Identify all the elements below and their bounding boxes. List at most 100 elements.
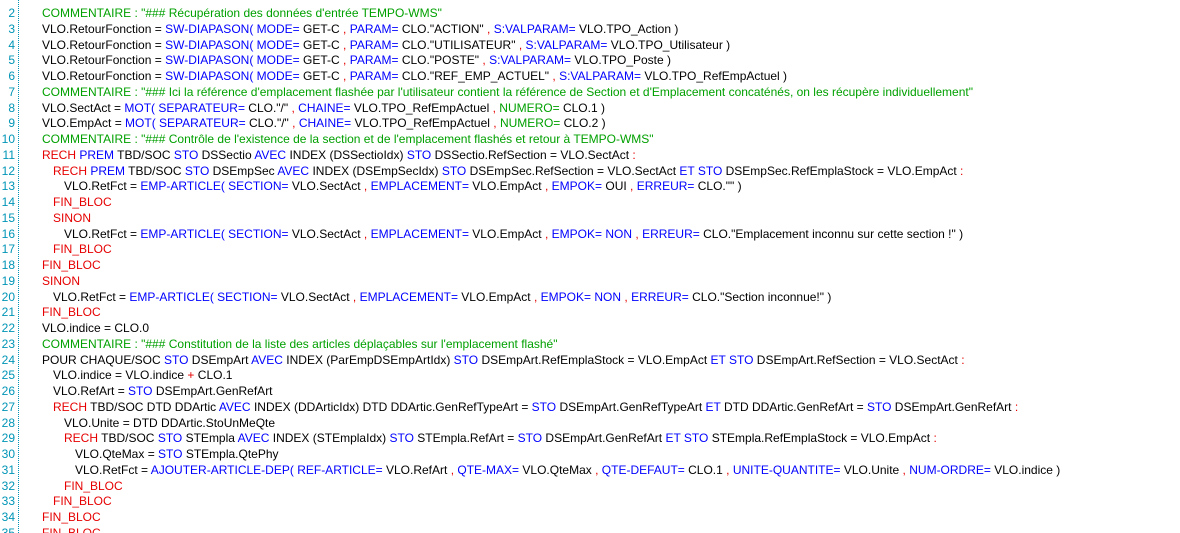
code-token-text: VLO.TPO_RefEmpActuel ): [641, 69, 787, 83]
code-token-text: VLO.indice ): [991, 463, 1060, 477]
code-token-text: VLO.SectAct: [289, 179, 364, 193]
line-number[interactable]: 25: [0, 368, 18, 384]
code-line[interactable]: VLO.RetourFonction = SW-DIAPASON( MODE= …: [19, 22, 1180, 38]
code-token-red: RECH: [53, 164, 87, 178]
line-number[interactable]: 9: [0, 116, 18, 132]
code-line[interactable]: FIN_BLOC: [19, 526, 1180, 533]
code-line[interactable]: RECH PREM TBD/SOC STO DSEmpSec AVEC INDE…: [19, 164, 1180, 180]
code-line[interactable]: SINON: [19, 211, 1180, 227]
code-line[interactable]: FIN_BLOC: [19, 305, 1180, 321]
line-number[interactable]: 7: [0, 85, 18, 101]
line-number[interactable]: 33: [0, 494, 18, 510]
code-line[interactable]: POUR CHAQUE/SOC STO DSEmpArt AVEC INDEX …: [19, 353, 1180, 369]
code-line[interactable]: RECH PREM TBD/SOC STO DSSectio AVEC INDE…: [19, 148, 1180, 164]
code-area[interactable]: COMMENTAIRE : "### Récupération des donn…: [19, 0, 1180, 533]
line-number[interactable]: 27: [0, 400, 18, 416]
code-token-keyword: PARAM=: [350, 22, 399, 36]
code-token-text: DSEmpArt.GenRefTypeArt: [556, 400, 705, 414]
line-number[interactable]: 18: [0, 258, 18, 274]
code-token-text: GET-C: [300, 38, 343, 52]
code-token-text: VLO.RefArt =: [53, 384, 128, 398]
line-number[interactable]: 10: [0, 132, 18, 148]
line-number[interactable]: 20: [0, 290, 18, 306]
line-number[interactable]: 2: [0, 6, 18, 22]
code-token-text: DSEmpSec: [209, 164, 277, 178]
line-number[interactable]: 13: [0, 179, 18, 195]
code-line[interactable]: COMMENTAIRE : "### Ici la référence d'em…: [19, 85, 1180, 101]
code-token-red: FIN_BLOC: [42, 305, 101, 319]
line-number[interactable]: 35: [0, 526, 18, 533]
code-line[interactable]: VLO.RetourFonction = SW-DIAPASON( MODE= …: [19, 69, 1180, 85]
code-line[interactable]: COMMENTAIRE : "### Contrôle de l'existen…: [19, 132, 1180, 148]
line-number[interactable]: 28: [0, 416, 18, 432]
code-token-green: COMMENTAIRE : "### Ici la référence d'em…: [42, 85, 973, 99]
code-token-keyword: PARAM=: [350, 38, 399, 52]
code-token-keyword: STO: [407, 148, 431, 162]
code-line[interactable]: VLO.indice = VLO.indice + CLO.1: [19, 368, 1180, 384]
code-token-text: VLO.RetourFonction =: [42, 22, 165, 36]
code-line[interactable]: FIN_BLOC: [19, 494, 1180, 510]
code-line[interactable]: COMMENTAIRE : "### Constitution de la li…: [19, 337, 1180, 353]
code-line[interactable]: VLO.RetFct = EMP-ARTICLE( SECTION= VLO.S…: [19, 290, 1180, 306]
code-token-green: NUMERO=: [500, 116, 560, 130]
line-number[interactable]: 24: [0, 353, 18, 369]
line-number[interactable]: 15: [0, 211, 18, 227]
line-number[interactable]: 3: [0, 22, 18, 38]
code-line[interactable]: VLO.RefArt = STO DSEmpArt.GenRefArt: [19, 384, 1180, 400]
code-line[interactable]: VLO.RetourFonction = SW-DIAPASON( MODE= …: [19, 53, 1180, 69]
line-number[interactable]: 19: [0, 274, 18, 290]
code-line[interactable]: COMMENTAIRE : "### Récupération des donn…: [19, 6, 1180, 22]
code-token-text: VLO.TPO_RefEmpActuel: [351, 116, 493, 130]
code-line[interactable]: FIN_BLOC: [19, 258, 1180, 274]
code-token-keyword: STO: [158, 431, 182, 445]
line-number[interactable]: 17: [0, 242, 18, 258]
code-token-text: VLO.TPO_Action ): [576, 22, 679, 36]
line-number[interactable]: 26: [0, 384, 18, 400]
line-number[interactable]: 4: [0, 38, 18, 54]
line-number[interactable]: 29: [0, 431, 18, 447]
code-token-text: VLO.QteMax: [519, 463, 595, 477]
line-number[interactable]: 31: [0, 463, 18, 479]
line-number[interactable]: 30: [0, 447, 18, 463]
line-number[interactable]: 14: [0, 195, 18, 211]
code-line[interactable]: VLO.SectAct = MOT( SEPARATEUR= CLO."/" ,…: [19, 101, 1180, 117]
line-number[interactable]: 5: [0, 53, 18, 69]
code-token-red: RECH: [64, 431, 98, 445]
line-number[interactable]: 21: [0, 305, 18, 321]
line-number[interactable]: 32: [0, 479, 18, 495]
code-token-text: GET-C: [300, 53, 343, 67]
gutter: 2345678910111213141516171819202122232425…: [0, 0, 19, 533]
line-number[interactable]: 11: [0, 148, 18, 164]
code-token-keyword: NUM-ORDRE=: [909, 463, 991, 477]
code-line[interactable]: FIN_BLOC: [19, 242, 1180, 258]
code-token-keyword: STO: [389, 431, 413, 445]
code-token-red: :: [632, 148, 635, 162]
line-number[interactable]: 8: [0, 101, 18, 117]
line-number[interactable]: 12: [0, 164, 18, 180]
code-line[interactable]: VLO.RetFct = AJOUTER-ARTICLE-DEP( REF-AR…: [19, 463, 1180, 479]
code-token-red: SINON: [42, 274, 80, 288]
line-number[interactable]: 6: [0, 69, 18, 85]
line-number[interactable]: 34: [0, 510, 18, 526]
line-number[interactable]: 23: [0, 337, 18, 353]
code-line[interactable]: VLO.RetFct = EMP-ARTICLE( SECTION= VLO.S…: [19, 179, 1180, 195]
code-line[interactable]: FIN_BLOC: [19, 195, 1180, 211]
code-token-keyword: SECTION=: [228, 227, 288, 241]
code-line[interactable]: VLO.RetourFonction = SW-DIAPASON( MODE= …: [19, 38, 1180, 54]
code-line[interactable]: FIN_BLOC: [19, 479, 1180, 495]
code-token-text: VLO.indice = VLO.indice: [53, 368, 187, 382]
code-line[interactable]: VLO.indice = CLO.0: [19, 321, 1180, 337]
code-line[interactable]: SINON: [19, 274, 1180, 290]
line-number[interactable]: 16: [0, 227, 18, 243]
code-line[interactable]: FIN_BLOC: [19, 510, 1180, 526]
code-token-text: VLO.RetourFonction =: [42, 69, 165, 83]
code-line[interactable]: RECH TBD/SOC DTD DDArtic AVEC INDEX (DDA…: [19, 400, 1180, 416]
code-line[interactable]: VLO.QteMax = STO STEmpla.QtePhy: [19, 447, 1180, 463]
line-number[interactable]: 22: [0, 321, 18, 337]
code-line[interactable]: RECH TBD/SOC STO STEmpla AVEC INDEX (STE…: [19, 431, 1180, 447]
code-token-text: DSEmpSec.RefEmplaStock = VLO.EmpAct: [722, 164, 960, 178]
code-line[interactable]: VLO.EmpAct = MOT( SEPARATEUR= CLO."/" , …: [19, 116, 1180, 132]
code-token-keyword: ET: [706, 400, 721, 414]
code-line[interactable]: VLO.RetFct = EMP-ARTICLE( SECTION= VLO.S…: [19, 227, 1180, 243]
code-line[interactable]: VLO.Unite = DTD DDArtic.StoUnMeQte: [19, 416, 1180, 432]
